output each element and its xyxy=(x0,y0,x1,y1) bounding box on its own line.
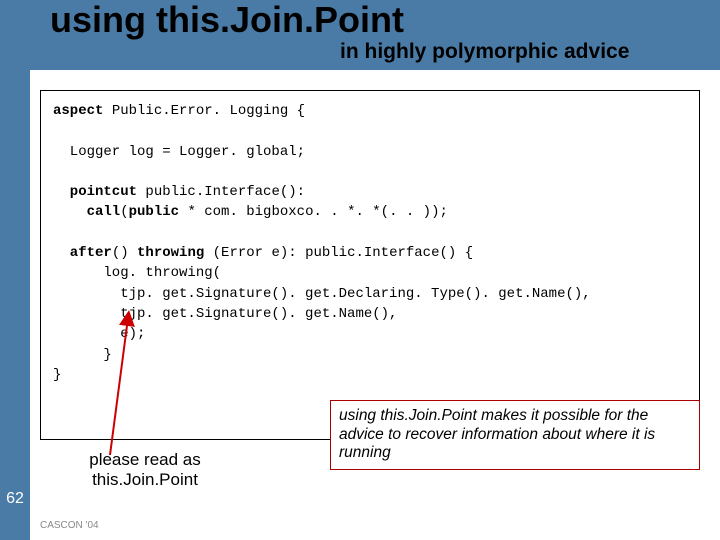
code-text: (Error e): public.Interface() { xyxy=(204,245,473,261)
read-as-line2: this.Join.Point xyxy=(92,470,198,489)
code-text: } xyxy=(53,347,112,363)
code-text: Logger log = Logger. global; xyxy=(53,144,305,160)
slide-subtitle: in highly polymorphic advice xyxy=(340,40,629,64)
read-as-line1: please read as xyxy=(89,450,201,469)
read-as-note: please read as this.Join.Point xyxy=(45,450,245,491)
code-text: () xyxy=(112,245,137,261)
callout-box: using this.Join.Point makes it possible … xyxy=(330,400,700,470)
code-keyword: call xyxy=(53,204,120,220)
code-keyword: pointcut xyxy=(53,184,137,200)
code-text: log. throwing( xyxy=(53,265,221,281)
code-text: * com. bigboxco. . *. *(. . )); xyxy=(179,204,448,220)
code-keyword: public xyxy=(129,204,179,220)
code-text: tjp. get.Signature(). get.Name(), xyxy=(53,306,397,322)
code-text: tjp. get.Signature(). get.Declaring. Typ… xyxy=(53,286,591,302)
slide-title: using this.Join.Point xyxy=(50,2,404,38)
page-number: 62 xyxy=(0,490,30,508)
code-block: aspect Public.Error. Logging { Logger lo… xyxy=(40,90,700,440)
code-text: ( xyxy=(120,204,128,220)
code-text: public.Interface(): xyxy=(137,184,305,200)
sidebar xyxy=(0,0,30,540)
code-text: e); xyxy=(53,326,145,342)
code-text: Public.Error. Logging { xyxy=(103,103,305,119)
code-text: } xyxy=(53,367,61,383)
code-keyword: after xyxy=(53,245,112,261)
code-keyword: aspect xyxy=(53,103,103,119)
footer-text: CASCON '04 xyxy=(40,520,99,531)
code-keyword: throwing xyxy=(137,245,204,261)
